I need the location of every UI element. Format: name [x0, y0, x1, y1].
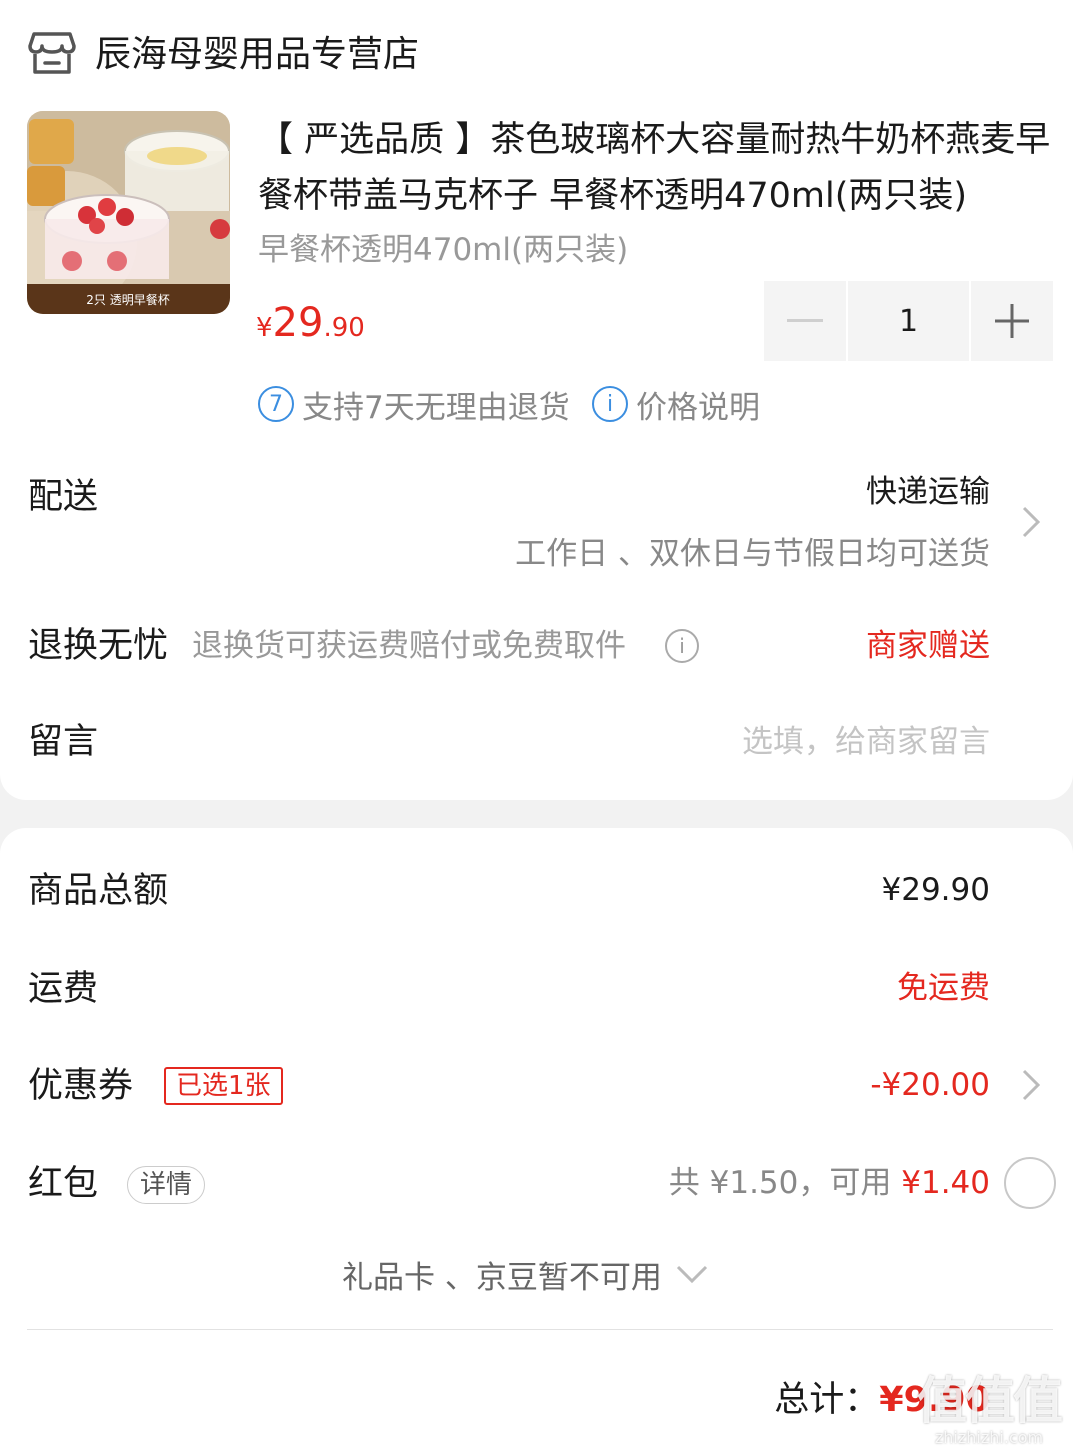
watermark-logo: 值值值 — [917, 1372, 1063, 1430]
quantity-decrease-button[interactable] — [764, 281, 846, 361]
minus-icon — [787, 319, 823, 322]
redpacket-label: 红包 — [28, 1164, 99, 1204]
shipping-value: 免运费 — [897, 970, 990, 1006]
return-policy-text: 支持7天无理由退货 — [302, 389, 570, 426]
chevron-down-icon — [676, 1265, 707, 1284]
product-title[interactable]: 【 严选品质 】茶色玻璃杯大容量耐热牛奶杯燕麦早餐杯带盖马克杯子 早餐杯透明47… — [258, 112, 1058, 224]
price-info-link[interactable]: i 价格说明 — [592, 384, 760, 426]
price-integer: 29 — [272, 300, 324, 346]
delivery-label: 配送 — [28, 477, 99, 517]
watermark-url: zhizhizhi.com — [934, 1428, 1044, 1447]
coupon-value[interactable]: -¥20.00 — [870, 1063, 990, 1107]
product-image[interactable]: 2只 透明早餐杯 — [27, 111, 230, 314]
watermark: 值值值 zhizhizhi.com — [917, 1372, 1063, 1447]
product-spec[interactable]: 早餐杯透明470ml(两只装) — [258, 228, 628, 272]
redpacket-details-button[interactable]: 详情 — [127, 1166, 206, 1204]
redpacket-available-amount: ¥1.40 — [901, 1165, 990, 1201]
coupon-chevron-right-icon[interactable] — [1022, 1069, 1041, 1105]
message-input[interactable]: 选填，给商家留言 — [742, 720, 990, 764]
store-icon — [28, 28, 76, 76]
divider — [27, 1329, 1053, 1330]
seven-day-badge-icon: 7 — [258, 386, 294, 422]
returns-info-icon[interactable]: i — [665, 629, 699, 663]
redpacket-radio[interactable] — [1004, 1157, 1056, 1209]
returns-value: 商家赠送 — [866, 628, 990, 664]
giftcard-note: 礼品卡 、京豆暂不可用 — [342, 1259, 662, 1296]
grand-total-label: 总计： — [774, 1380, 880, 1420]
return-policy-link[interactable]: 7 支持7天无理由退货 — [258, 384, 570, 426]
delivery-note: 工作日 、双休日与节假日均可送货 — [515, 536, 990, 572]
order-card: 辰海母婴用品专营店 2只 透明早餐杯 【 严选品质 】茶色玻璃杯大容量耐热牛奶杯… — [0, 0, 1073, 800]
delivery-chevron-right-icon[interactable] — [1022, 506, 1041, 542]
redpacket-total-text: 共 ¥1.50，可用 — [668, 1165, 902, 1201]
shop-name[interactable]: 辰海母婴用品专营店 — [95, 30, 419, 80]
quantity-stepper: 1 — [764, 281, 1053, 361]
redpacket-summary: 共 ¥1.50，可用 ¥1.40 — [669, 1161, 990, 1205]
goods-total-value: ¥29.90 — [881, 872, 990, 908]
coupon-selected-tag[interactable]: 已选1张 — [164, 1067, 283, 1105]
price-info-text: 价格说明 — [636, 389, 760, 426]
quantity-value[interactable]: 1 — [848, 281, 969, 361]
coupon-label: 优惠券 — [28, 1066, 134, 1106]
product-price: ¥29.90 — [256, 298, 365, 356]
info-icon: i — [592, 386, 628, 422]
giftcard-toggle[interactable]: 礼品卡 、京豆暂不可用 — [342, 1252, 708, 1296]
price-currency: ¥ — [256, 313, 273, 343]
plus-icon — [995, 304, 1029, 338]
shipping-label: 运费 — [28, 969, 99, 1009]
goods-total-label: 商品总额 — [28, 871, 169, 911]
delivery-method[interactable]: 快递运输 — [866, 470, 990, 514]
quantity-increase-button[interactable] — [971, 281, 1053, 361]
product-image-caption: 2只 透明早餐杯 — [86, 292, 169, 307]
message-label: 留言 — [28, 722, 99, 762]
returns-desc: 退换货可获运费赔付或免费取件 — [192, 628, 626, 664]
price-summary-card — [0, 828, 1073, 1455]
price-decimal: .90 — [323, 313, 365, 343]
returns-label: 退换无忧 — [28, 626, 169, 666]
